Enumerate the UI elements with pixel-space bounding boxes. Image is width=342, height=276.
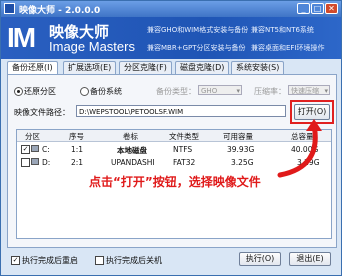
volume-label: 本地磁盘 <box>117 146 147 155</box>
shutdown-after-checkbox[interactable] <box>95 256 104 265</box>
reboot-after-label: 执行完成后重启 <box>22 256 78 265</box>
row-checkbox[interactable]: ✓ <box>21 145 30 154</box>
column-header[interactable]: 文件类型 <box>169 131 199 142</box>
free-space: 39.93G <box>227 145 255 154</box>
backup-type-label: 备份类型： <box>156 87 196 96</box>
execute-button[interactable]: 执行(O) <box>239 252 281 266</box>
header-banner: IM 映像大师 Image Masters 兼容GHO和WIM格式安装与备份 兼… <box>1 17 341 59</box>
tab-partition-clone[interactable]: 分区克隆(F) <box>119 61 172 75</box>
compression-label: 压缩率： <box>254 87 286 96</box>
backup-label: 备份系统 <box>90 87 122 96</box>
disk-icon <box>31 158 39 165</box>
partition-index: 1:1 <box>71 145 84 154</box>
row-checkbox[interactable] <box>21 158 30 167</box>
exit-button[interactable]: 退出(E) <box>289 252 331 266</box>
feature-text: 兼容MBR+GPT分区安装与备份 <box>147 44 246 52</box>
close-button[interactable]: ✕ <box>325 3 338 14</box>
brand-name-en: Image Masters <box>49 39 135 54</box>
title-bar[interactable]: 映像大师 - 2.0.0.0 _ □ ✕ <box>1 1 341 17</box>
open-button[interactable]: 打开(O) <box>294 104 330 120</box>
restore-label: 还原分区 <box>24 87 56 96</box>
backup-type-select[interactable]: GHO <box>198 85 242 96</box>
backup-restore-panel: 还原分区 备份系统 备份类型： GHO 压缩率： 快速压缩 映像文件路径： D:… <box>7 74 337 248</box>
tab-extended-options[interactable]: 扩展选项(E) <box>63 61 117 75</box>
image-path-input[interactable]: D:\WEPSTOOL\PETOOLSF.WIM <box>76 105 286 117</box>
annotation-arrow-icon <box>277 119 322 178</box>
minimize-button[interactable]: _ <box>297 3 310 14</box>
compression-select[interactable]: 快速压缩 <box>288 85 330 96</box>
reboot-after-checkbox[interactable]: ✓ <box>11 256 20 265</box>
partition-index: 2:1 <box>71 158 84 167</box>
restore-radio[interactable] <box>14 87 23 96</box>
drive-letter: C: <box>42 145 50 154</box>
shutdown-after-label: 执行完成后关机 <box>106 256 162 265</box>
column-header[interactable]: 序号 <box>69 131 84 142</box>
free-space: 3.25G <box>231 158 254 167</box>
maximize-button[interactable]: □ <box>311 3 324 14</box>
feature-text: 兼容GHO和WIM格式安装与备份 <box>147 26 249 34</box>
tab-disk-clone[interactable]: 磁盘克隆(D) <box>175 61 230 75</box>
file-system: FAT32 <box>173 158 196 167</box>
tab-system-install[interactable]: 系统安装(S) <box>231 61 285 75</box>
backup-radio[interactable] <box>80 87 89 96</box>
feature-text: 兼容桌面和EFI环境操作 <box>251 44 325 52</box>
main-window: 映像大师 - 2.0.0.0 _ □ ✕ IM 映像大师 Image Maste… <box>0 0 342 276</box>
column-header[interactable]: 可用容量 <box>223 131 253 142</box>
feature-text: 兼容NT5和NT6系统 <box>251 26 314 34</box>
volume-label: UPANDASHI <box>111 158 155 167</box>
file-system: NTFS <box>173 145 193 154</box>
disk-icon <box>31 145 39 152</box>
column-header[interactable]: 卷标 <box>123 131 138 142</box>
drive-letter: D: <box>42 158 51 167</box>
app-icon <box>4 3 15 14</box>
instruction-annotation: 点击“打开”按钮，选择映像文件 <box>89 175 261 189</box>
window-title: 映像大师 - 2.0.0.0 <box>19 6 101 16</box>
logo: IM <box>7 22 36 53</box>
column-header[interactable]: 分区 <box>25 131 40 142</box>
image-path-label: 映像文件路径： <box>14 108 70 117</box>
footer-bar: ✓ 执行完成后重启 执行完成后关机 执行(O) 退出(E) <box>1 247 341 275</box>
